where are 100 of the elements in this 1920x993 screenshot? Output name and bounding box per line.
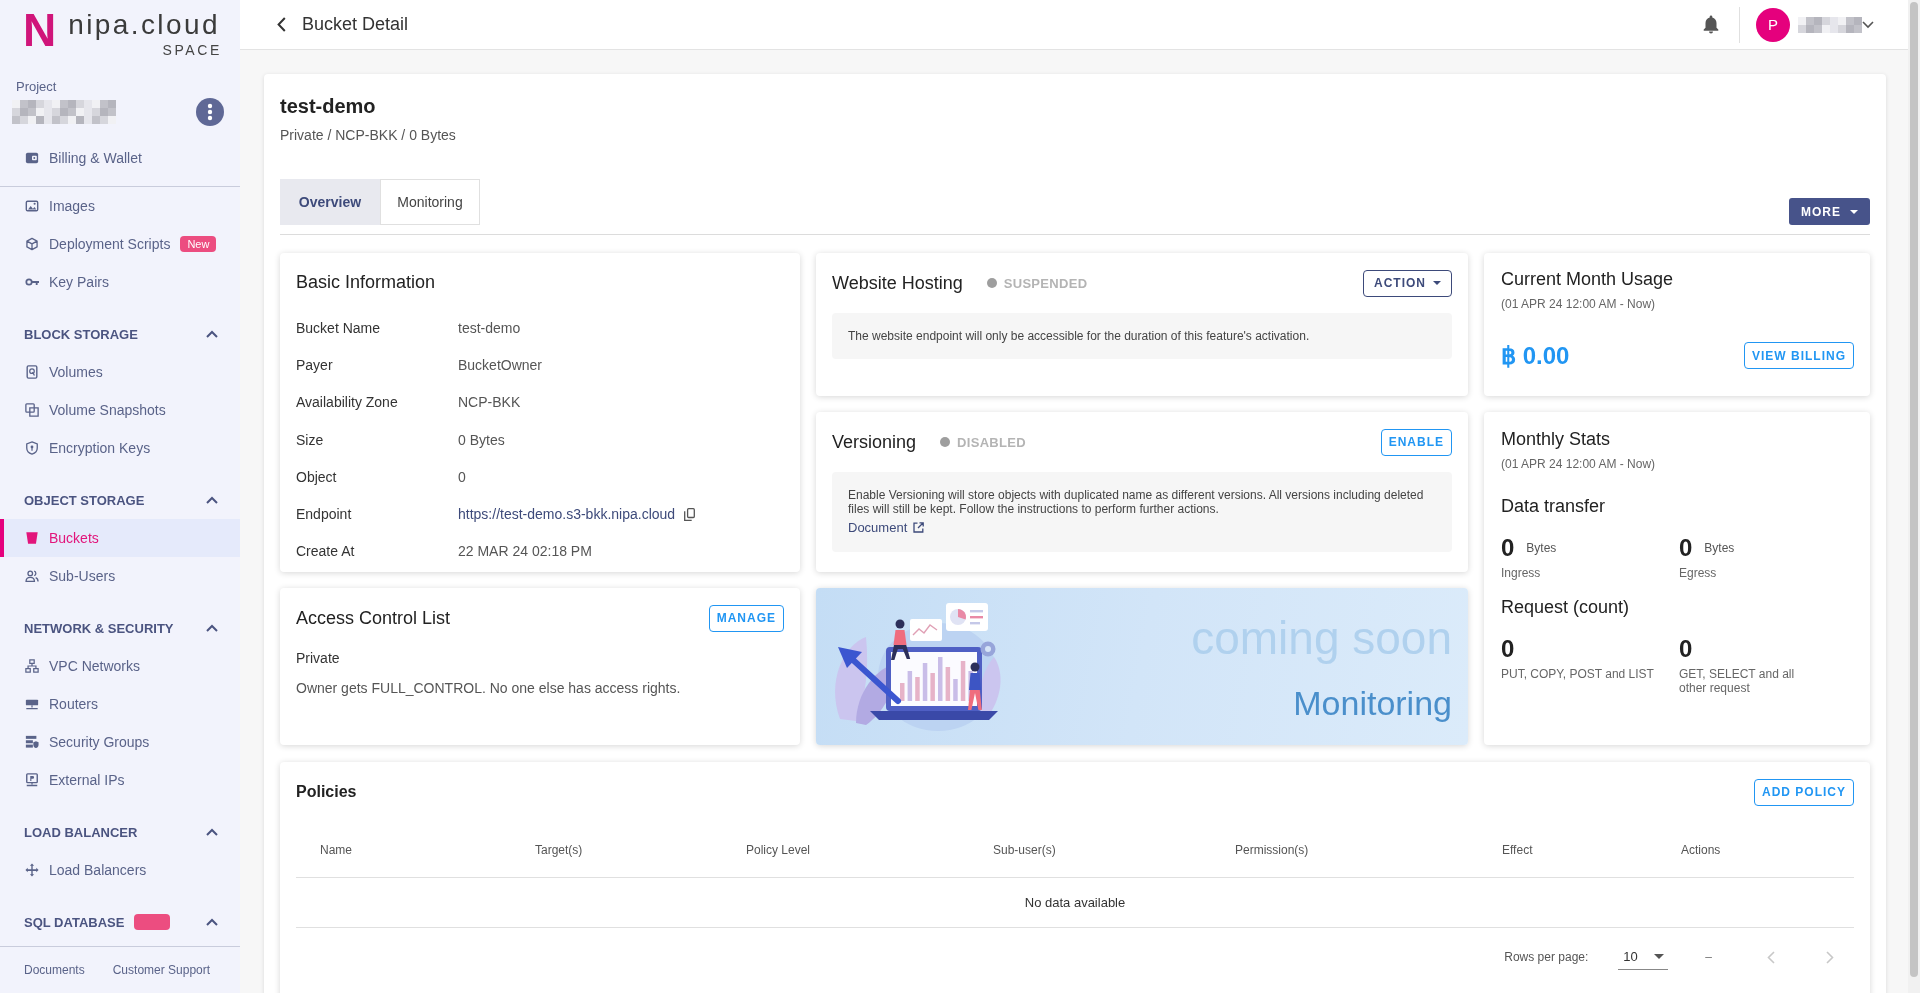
users-icon	[25, 569, 39, 583]
nav-item[interactable]: Encryption Keys	[0, 429, 240, 467]
metric-label: Ingress	[1501, 566, 1541, 580]
card-title: Monthly Stats	[1501, 428, 1611, 451]
card-title: Versioning	[832, 431, 917, 454]
nav-item[interactable]: Billing & Wallet	[0, 139, 240, 177]
field-value: test-demo	[458, 319, 521, 336]
nav-item[interactable]: Volumes	[0, 353, 240, 391]
wallet-icon	[25, 151, 39, 165]
enable-button[interactable]: ENABLE	[1380, 428, 1452, 456]
amount-value: ฿ 0.00	[1501, 341, 1570, 370]
nav-item[interactable]: Deployment Scripts New	[0, 225, 240, 263]
metric-value: 0	[1679, 533, 1693, 563]
add-policy-button[interactable]: ADD POLICY	[1754, 778, 1854, 806]
section-header[interactable]: BLOCK STORAGE	[0, 315, 240, 353]
view-billing-button[interactable]: VIEW BILLING	[1744, 342, 1854, 369]
cube-icon	[25, 237, 39, 251]
nav-item[interactable]: Images	[0, 187, 240, 225]
rows-per-page-label: Rows per page:	[1504, 950, 1589, 964]
logo-tagline: SPACE	[162, 43, 222, 57]
caret-down-icon	[1433, 281, 1441, 285]
status-label: DISABLED	[957, 434, 1026, 450]
nav-item[interactable]: VPC Networks	[0, 647, 240, 685]
chevron-down-icon[interactable]	[1862, 20, 1874, 29]
caret-down-icon	[1850, 209, 1858, 214]
column-header: Actions	[1681, 843, 1721, 857]
field-label: Availability Zone	[296, 394, 398, 411]
kebab-menu-icon[interactable]	[196, 98, 224, 126]
bucket-icon	[25, 531, 39, 545]
field-value: NCP-BKK	[458, 394, 521, 411]
column-header: Permission(s)	[1235, 843, 1309, 857]
card-title: Basic Information	[296, 271, 436, 294]
document-link[interactable]: Document	[848, 519, 925, 536]
column-header: Name	[320, 843, 352, 857]
field-value: 22 MAR 24 02:18 PM	[458, 543, 592, 560]
nav-item[interactable]: Security Groups	[0, 723, 240, 761]
nav-item[interactable]: Sub-Users	[0, 557, 240, 595]
field-label: Bucket Name	[296, 319, 381, 336]
tab[interactable]: Monitoring	[380, 179, 480, 225]
avatar[interactable]: P	[1756, 7, 1790, 42]
manage-button[interactable]: MANAGE	[708, 604, 784, 632]
chevron-up-icon[interactable]	[206, 496, 218, 504]
copy-icon[interactable]	[684, 507, 696, 521]
footer-link[interactable]: Customer Support	[112, 963, 211, 977]
card-title: Current Month Usage	[1501, 268, 1674, 291]
metric-unit: Bytes	[1526, 541, 1557, 555]
bucket-name: test-demo	[280, 94, 376, 118]
metric-value: 0	[1501, 634, 1515, 664]
card-title: Policies	[296, 783, 357, 801]
column-header: Target(s)	[535, 843, 583, 857]
chevron-up-icon[interactable]	[206, 330, 218, 338]
metric-unit: Bytes	[1704, 541, 1735, 555]
stacked-squares-icon	[25, 403, 39, 417]
rows-per-page-select[interactable]: 10	[1618, 944, 1669, 970]
picture-icon	[25, 199, 39, 213]
chevron-up-icon[interactable]	[206, 918, 218, 926]
shield-icon	[25, 441, 39, 455]
external-link-icon	[913, 522, 925, 533]
nav-item[interactable]: Routers	[0, 685, 240, 723]
tab[interactable]: Overview	[280, 179, 380, 225]
bell-icon[interactable]	[1703, 15, 1719, 34]
nav-item[interactable]: Load Balancers	[0, 851, 240, 889]
nav-item[interactable]: External IPs	[0, 761, 240, 799]
dropdown-button[interactable]: ACTION	[1363, 269, 1452, 297]
period-text: (01 APR 24 12:00 AM - Now)	[1501, 296, 1656, 312]
status-label: SUSPENDED	[1003, 275, 1088, 291]
nav-item[interactable]: Buckets	[0, 519, 240, 557]
footer-link[interactable]: Documents	[24, 963, 85, 977]
logo-wordmark: nipa.cloud	[68, 9, 220, 41]
section-header[interactable]: SQL DATABASE	[0, 903, 240, 941]
server-shield-icon	[25, 735, 39, 749]
chevron-up-icon[interactable]	[206, 624, 218, 632]
section-header[interactable]: LOAD BALANCER	[0, 813, 240, 851]
more-button[interactable]: MORE	[1789, 198, 1870, 225]
chevron-up-icon[interactable]	[206, 828, 218, 836]
logo-mark: N	[23, 11, 57, 49]
section-title: Request (count)	[1501, 596, 1630, 619]
project-label: Project	[16, 78, 57, 96]
column-header: Sub-user(s)	[993, 843, 1056, 857]
period-text: (01 APR 24 12:00 AM - Now)	[1501, 456, 1656, 472]
section-title: Data transfer	[1501, 495, 1606, 518]
nav-item[interactable]: Volume Snapshots	[0, 391, 240, 429]
note-text: Enable Versioning will store objects with duplicated name as different versions. All versions including deleted files will still be kept. Follow the instructions to perform further actions.	[848, 488, 1425, 516]
permission-description: Owner gets FULL_CONTROL. No one else has access rights.	[296, 679, 681, 698]
page-range: –	[1705, 950, 1712, 964]
chevron-left-icon[interactable]	[277, 17, 286, 32]
nav-item[interactable]: Key Pairs	[0, 263, 240, 301]
pixelated-block	[1798, 16, 1862, 33]
field-label: Create At	[296, 543, 355, 560]
metric-value: 0	[1679, 634, 1693, 664]
section-header[interactable]: NETWORK & SECURITY	[0, 609, 240, 647]
field-label: Size	[296, 431, 324, 448]
scrollbar[interactable]	[1908, 0, 1920, 993]
endpoint-link[interactable]: https://test-demo.s3-bkk.nipa.cloud	[458, 506, 676, 523]
move-arrows-icon	[25, 863, 39, 877]
note-text: The website endpoint will only be accessible for the duration of this feature's activation.	[848, 329, 1311, 343]
card-title: Access Control List	[296, 607, 451, 630]
section-header[interactable]: OBJECT STORAGE	[0, 481, 240, 519]
field-label: Object	[296, 468, 337, 485]
page-title: Bucket Detail	[302, 14, 409, 35]
